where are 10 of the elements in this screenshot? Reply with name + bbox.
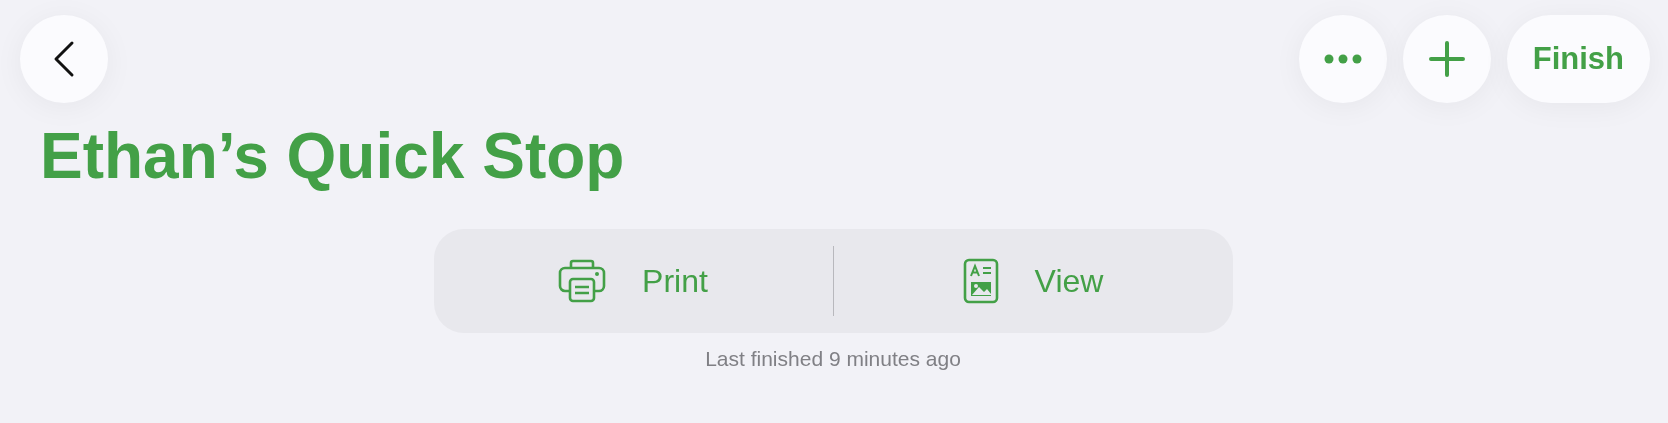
more-icon (1323, 54, 1362, 64)
finish-button[interactable]: Finish (1506, 15, 1650, 103)
plus-icon (1428, 41, 1465, 77)
back-icon (52, 40, 76, 78)
document-image-icon (962, 258, 999, 305)
print-button[interactable]: Print (433, 229, 833, 334)
last-finished-caption: Last finished 9 minutes ago (705, 346, 961, 373)
view-button[interactable]: View (833, 229, 1233, 334)
page-title: Ethan’s Quick Stop (40, 121, 626, 192)
printer-icon (558, 259, 607, 304)
